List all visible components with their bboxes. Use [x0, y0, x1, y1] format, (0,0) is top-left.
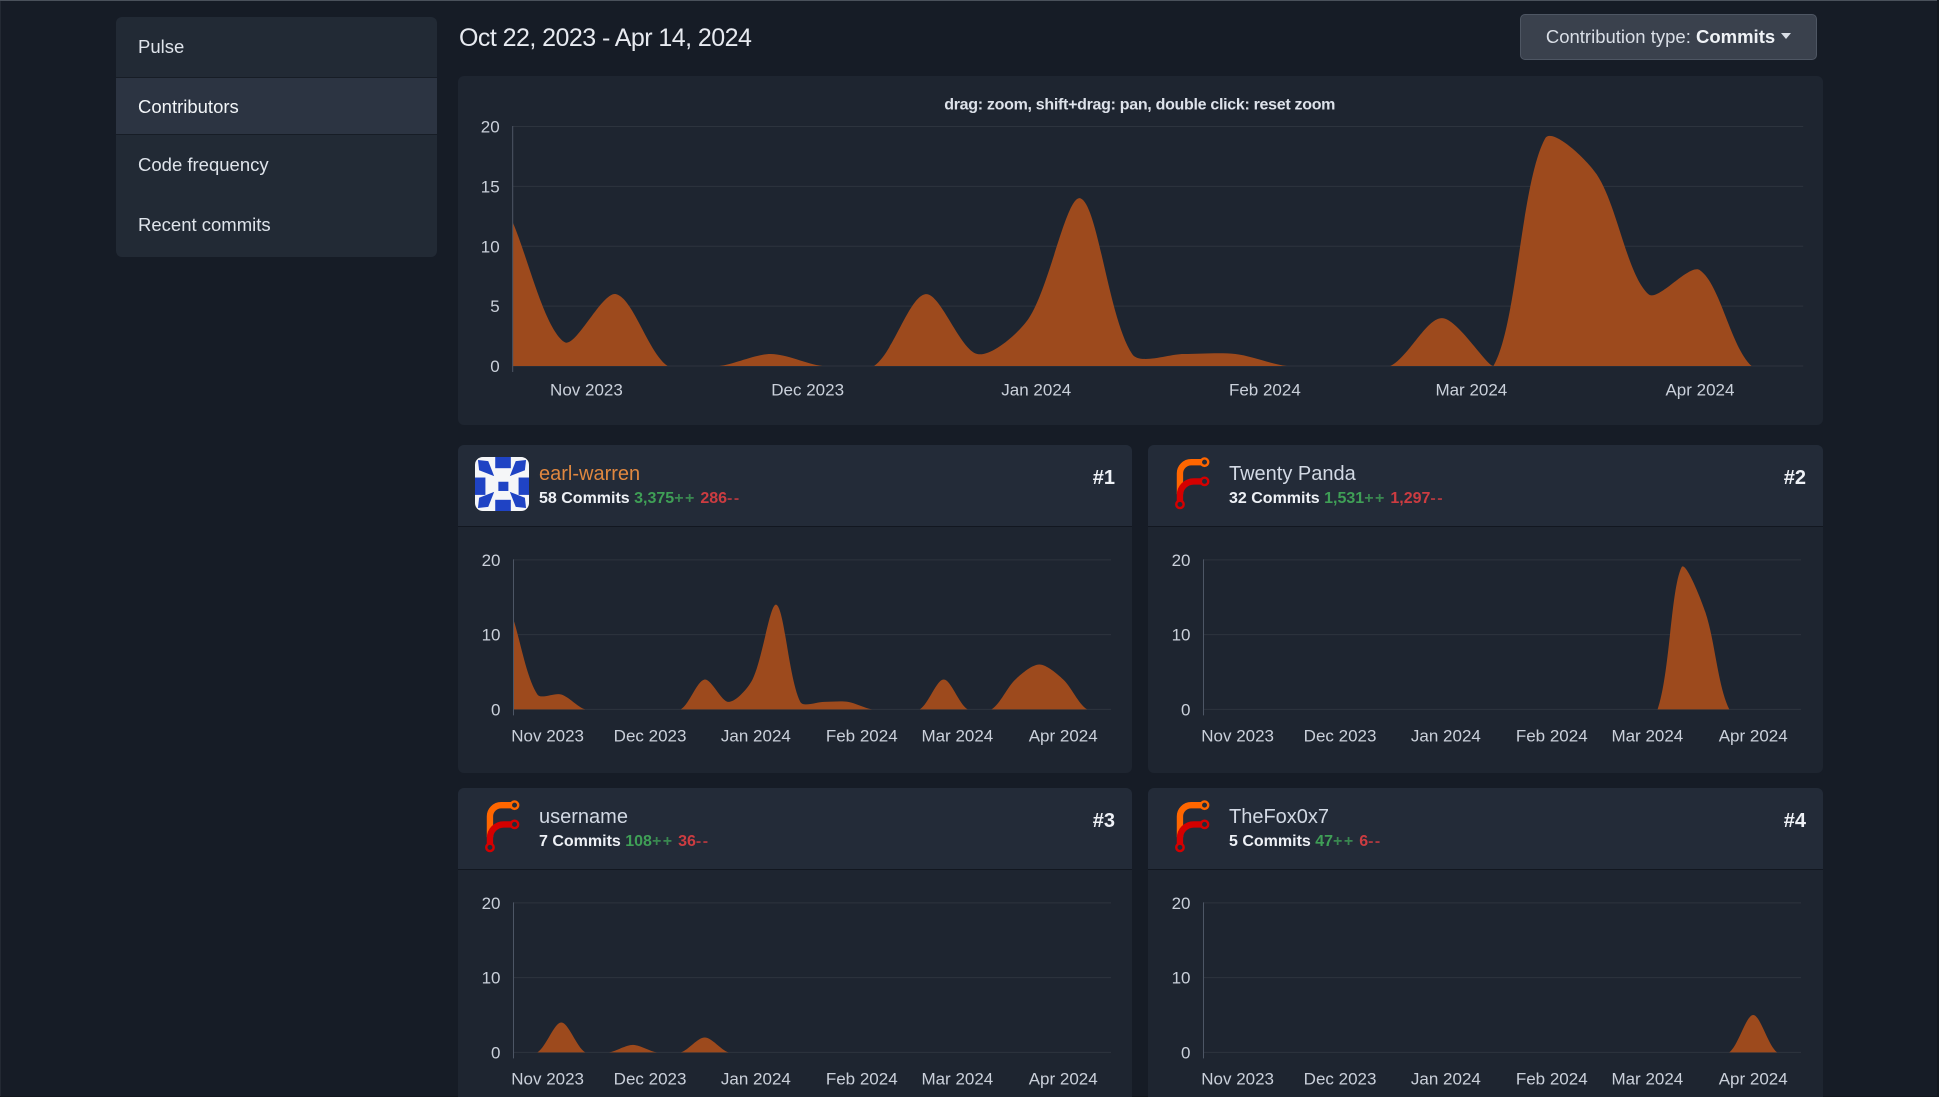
svg-text:0: 0: [490, 357, 499, 376]
svg-text:Apr 2024: Apr 2024: [1665, 381, 1734, 400]
svg-text:10: 10: [482, 969, 501, 988]
svg-text:Jan 2024: Jan 2024: [721, 727, 791, 746]
svg-text:Feb 2024: Feb 2024: [1516, 727, 1588, 746]
svg-text:Apr 2024: Apr 2024: [1719, 727, 1788, 746]
svg-text:Apr 2024: Apr 2024: [1719, 1070, 1788, 1089]
svg-text:0: 0: [491, 1043, 500, 1062]
svg-text:Dec 2023: Dec 2023: [614, 1070, 687, 1089]
svg-text:20: 20: [482, 894, 501, 913]
svg-text:Dec 2023: Dec 2023: [1304, 1070, 1377, 1089]
svg-text:10: 10: [482, 626, 501, 645]
svg-text:Feb 2024: Feb 2024: [1516, 1070, 1588, 1089]
svg-text:10: 10: [1172, 969, 1191, 988]
svg-text:Jan 2024: Jan 2024: [1411, 727, 1481, 746]
svg-text:Mar 2024: Mar 2024: [921, 1070, 993, 1089]
svg-text:Jan 2024: Jan 2024: [1411, 1070, 1481, 1089]
svg-text:Nov 2023: Nov 2023: [511, 727, 584, 746]
svg-text:Feb 2024: Feb 2024: [1229, 381, 1301, 400]
svg-text:10: 10: [481, 237, 500, 256]
svg-text:Feb 2024: Feb 2024: [826, 727, 898, 746]
svg-text:20: 20: [1172, 551, 1191, 570]
svg-text:Nov 2023: Nov 2023: [511, 1070, 584, 1089]
svg-text:Apr 2024: Apr 2024: [1029, 1070, 1098, 1089]
svg-text:Mar 2024: Mar 2024: [1611, 727, 1683, 746]
svg-text:20: 20: [482, 551, 501, 570]
svg-text:Dec 2023: Dec 2023: [1304, 727, 1377, 746]
svg-text:Nov 2023: Nov 2023: [1201, 1070, 1274, 1089]
svg-text:drag: zoom, shift+drag: pan, d: drag: zoom, shift+drag: pan, double clic…: [944, 97, 1335, 114]
svg-text:0: 0: [491, 700, 500, 719]
svg-text:Jan 2024: Jan 2024: [721, 1070, 791, 1089]
svg-text:15: 15: [481, 177, 500, 196]
svg-text:Mar 2024: Mar 2024: [1611, 1070, 1683, 1089]
svg-text:10: 10: [1172, 626, 1191, 645]
svg-text:Mar 2024: Mar 2024: [1435, 381, 1507, 400]
svg-text:Nov 2023: Nov 2023: [1201, 727, 1274, 746]
svg-text:Jan 2024: Jan 2024: [1001, 381, 1071, 400]
svg-text:Feb 2024: Feb 2024: [826, 1070, 898, 1089]
svg-text:5: 5: [490, 297, 499, 316]
svg-text:Dec 2023: Dec 2023: [614, 727, 687, 746]
svg-text:0: 0: [1181, 1043, 1190, 1062]
svg-text:20: 20: [1172, 894, 1191, 913]
svg-text:0: 0: [1181, 700, 1190, 719]
svg-text:20: 20: [481, 118, 500, 137]
svg-text:Apr 2024: Apr 2024: [1029, 727, 1098, 746]
svg-text:Dec 2023: Dec 2023: [771, 381, 844, 400]
svg-text:Mar 2024: Mar 2024: [921, 727, 993, 746]
svg-text:Nov 2023: Nov 2023: [550, 381, 623, 400]
